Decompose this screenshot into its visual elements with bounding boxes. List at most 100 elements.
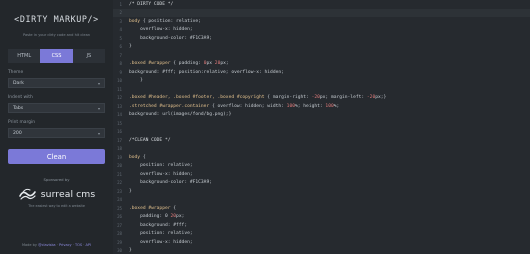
code-line[interactable]: 22 background-color: #F1C3A9; [113,179,530,188]
code-line[interactable]: 16 [113,128,530,137]
code-text: background: #fff; position:relative; ove… [129,69,284,75]
mode-tabs: HTML CSS JS [8,49,105,63]
line-number: 8 [119,61,122,67]
tab-html[interactable]: HTML [8,49,41,63]
line-number: 19 [117,154,122,160]
app-logo: <DIRTY MARKUP/> [8,12,105,26]
tab-js[interactable]: JS [72,49,105,63]
line-number: 7 [119,52,122,58]
print-margin-value: 200 [13,130,22,136]
code-line[interactable]: 11 [113,85,530,94]
line-number: 9 [119,69,122,75]
line-number: 17 [117,137,122,143]
line-number: 4 [119,27,122,33]
chevron-down-icon: ▾ [97,80,100,86]
theme-select[interactable]: Dark ▾ [8,78,105,88]
code-line[interactable]: 4 overflow-x: hidden; [113,26,530,35]
code-line[interactable]: 7 [113,51,530,60]
code-line[interactable]: 27 background: #fff; [113,221,530,230]
sponsor-label: Sponsored by [43,177,70,182]
code-line[interactable]: 29 overflow-x: hidden; [113,238,530,247]
author-link[interactable]: @claviska [38,243,56,247]
code-text: .boxed #wrapper { padding: 0px 20px; [129,61,229,67]
code-line[interactable]: 9 background: #fff; position:relative; ov… [113,68,530,77]
code-line[interactable]: 10 } [113,77,530,86]
code-line[interactable]: 12 .boxed #header, .boxed #footer, .boxed… [113,94,530,103]
indent-select[interactable]: Tabs ▾ [8,103,105,113]
code-line[interactable]: 8 .boxed #wrapper { padding: 0px 20px; [113,60,530,69]
line-number: 5 [119,35,122,41]
sponsor-name: surreal cms [40,188,96,200]
code-line[interactable]: 25 .boxed #wrapper { [113,204,530,213]
code-line[interactable]: 17 /*CLEAN CODE */ [113,136,530,145]
line-number: 24 [117,197,122,203]
line-number: 16 [117,129,122,135]
code-text: padding: 0 20px; [129,214,185,220]
code-line[interactable]: 1 /* DIRTY CODE */ [113,0,530,9]
code-line[interactable]: 13 .stretched #wrapper.container { overfl… [113,102,530,111]
theme-value: Dark [13,80,24,86]
theme-label: Theme [8,70,24,75]
code-line[interactable]: 14 background: url(images/fond/bg.png);} [113,111,530,120]
sponsor-tagline: The easiest way to edit a website [28,204,85,208]
code-text: .boxed #header, .boxed #footer, .boxed #… [129,95,387,101]
code-line[interactable]: 15 [113,119,530,128]
line-number: 14 [117,112,122,118]
line-number: 15 [117,120,122,126]
line-number: 12 [117,95,122,101]
clean-button[interactable]: Clean [8,149,105,164]
code-text: overflow-x: hidden; [129,239,193,245]
code-line[interactable]: 2 [113,8,530,17]
code-line[interactable]: 3 body { position: relative; [113,17,530,26]
line-number: 22 [117,180,122,186]
code-line[interactable]: 28 position: relative; [113,230,530,239]
sponsor-logo[interactable]: surreal cms [8,186,105,202]
chevron-down-icon: ▾ [97,130,100,136]
app-root: <DIRTY MARKUP/> Paste in your dirty code… [0,0,530,254]
code-line[interactable]: 21 overflow-x: hidden; [113,170,530,179]
chevron-down-icon: ▾ [97,105,100,111]
line-number: 3 [119,18,122,24]
code-editor[interactable]: 1 /* DIRTY CODE */ 2 3 body { position: rela… [113,0,530,254]
line-number: 21 [117,171,122,177]
surreal-cms-logo-icon [18,188,36,200]
code-line[interactable]: 5 background-color: #F1C3A9; [113,34,530,43]
code-text: } [129,188,132,194]
tab-css[interactable]: CSS [40,49,73,63]
code-line[interactable]: 24 [113,196,530,205]
code-line[interactable]: 26 padding: 0 20px; [113,213,530,222]
print-margin-label: Print margin [8,120,35,125]
line-number: 20 [117,163,122,169]
editor-lines: 1 /* DIRTY CODE */ 2 3 body { position: rela… [113,0,530,254]
code-text: body { position: relative; [129,18,201,24]
code-line[interactable]: 18 [113,145,530,154]
code-text: background: #fff; [129,222,188,228]
code-text: background: url(images/fond/bg.png);} [129,112,232,118]
line-number: 1 [119,1,122,7]
line-number: 13 [117,103,122,109]
line-number: 2 [119,10,122,16]
code-line[interactable]: 30} [113,247,530,254]
code-line[interactable]: 23} [113,187,530,196]
code-text: } [129,248,132,254]
line-number: 27 [117,222,122,228]
sidebar: <DIRTY MARKUP/> Paste in your dirty code… [0,0,113,254]
line-number: 26 [117,214,122,220]
code-line[interactable]: 19 body { [113,153,530,162]
code-text: } [129,78,143,84]
code-text: background-color: #F1C3A9; [129,35,212,41]
privacy-link[interactable]: Privacy [59,243,72,247]
code-line[interactable]: 20 position: relative; [113,162,530,171]
print-margin-select[interactable]: 200 ▾ [8,128,105,138]
indent-label: Indent with [8,95,33,100]
line-number: 25 [117,205,122,211]
code-text: /* DIRTY CODE */ [129,1,174,7]
code-text: overflow-x: hidden; [129,27,193,33]
code-text: } [129,44,132,50]
code-text: position: relative; [129,163,193,169]
code-text: /*CLEAN CODE */ [129,137,171,143]
indent-value: Tabs [13,105,24,111]
code-line[interactable]: 6} [113,43,530,52]
code-text: background-color: #F1C3A9; [129,180,212,186]
api-link[interactable]: API [85,243,91,247]
